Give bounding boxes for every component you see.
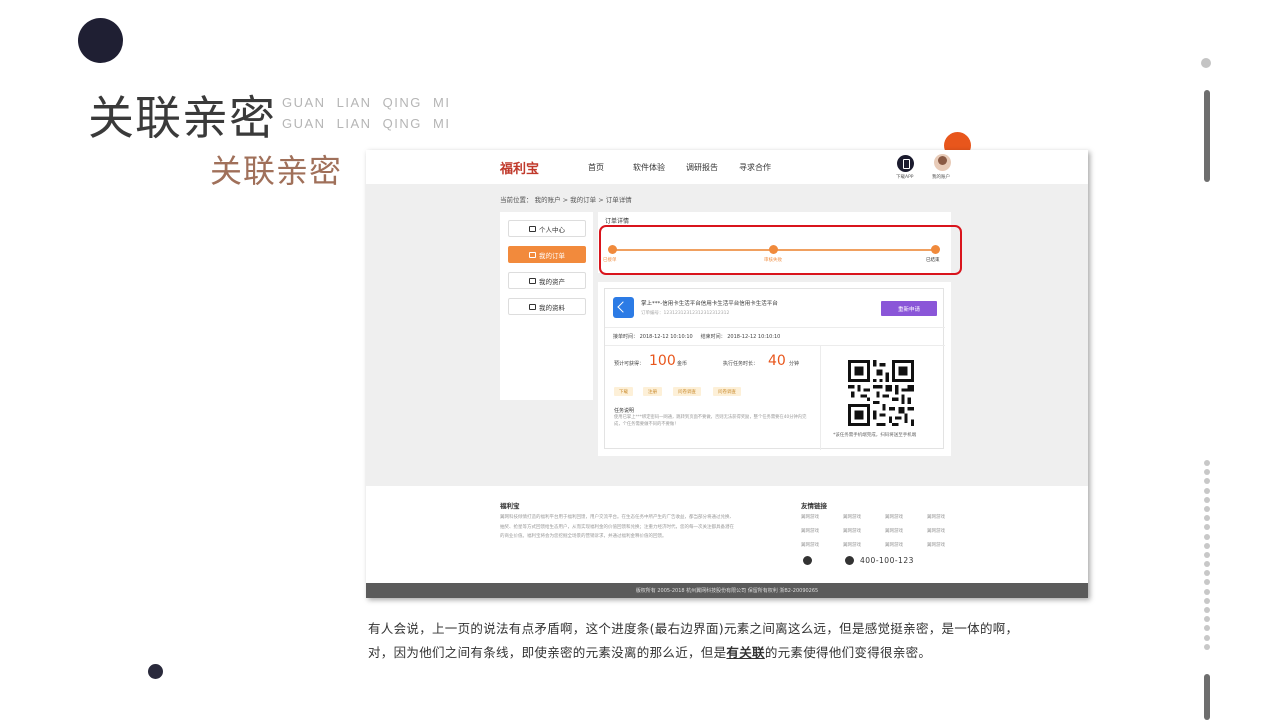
footer-link[interactable]: 翼网游戏: [927, 542, 945, 548]
sidebar-item-label: 个人中心: [539, 225, 565, 234]
ui-screenshot: 福利宝 首页 软件体验 调研报告 寻求合作 下载APP 我的账户 当前位置： 我…: [366, 150, 1088, 598]
caption-line-1: 有人会说，上一页的说法有点矛盾啊，这个进度条(最右边界面)元素之间离这么远，但是…: [368, 621, 1019, 636]
duration-value: 40: [768, 353, 786, 369]
site-header: 福利宝 首页 软件体验 调研报告 寻求合作 下载APP 我的账户: [366, 150, 1088, 184]
caption-emphasis: 有关联: [726, 645, 765, 660]
caption-text: 的元素使得他们变得很亲密。: [764, 645, 932, 660]
order-card: 掌上***-信用卡生活平台信用卡生活平台信用卡生活平台 订单编号：1231231…: [604, 288, 945, 450]
footer-link[interactable]: 翼网游戏: [801, 542, 819, 548]
footer-brand-title: 福利宝: [500, 502, 520, 510]
decorative-rail-bar-bottom: [1204, 674, 1210, 720]
order-title: 掌上***-信用卡生活平台信用卡生活平台信用卡生活平台: [641, 301, 778, 307]
task-tag: 问卷调查: [713, 387, 741, 396]
site-footer: 福利宝 翼网科技倾情打造的福利平台用于福利回馈，用户交流平台。在生态任务中所产生…: [366, 486, 1088, 583]
account-label[interactable]: 我的账户: [932, 174, 950, 180]
app-logo-icon: [613, 297, 634, 318]
sidebar-item-label: 我的资料: [539, 303, 565, 312]
asset-icon: [529, 277, 536, 284]
slide-subtitle: 关联亲密: [210, 152, 343, 190]
qr-note: *该任务需手机端完成，扫码将送至手机端: [833, 433, 917, 438]
sidebar-item-my-profile[interactable]: 我的资料: [508, 298, 586, 315]
earn-label: 预计可获得：: [614, 361, 645, 367]
slide-title-pinyin-2: GUAN LIAN QING MI: [282, 116, 451, 131]
footer-link[interactable]: 翼网游戏: [801, 528, 819, 534]
panel-title: 订单详情: [605, 218, 630, 225]
download-app-label[interactable]: 下载APP: [896, 174, 914, 180]
sidebar: 个人中心 我的订单 我的资产 我的资料: [500, 212, 593, 400]
slide-title-pinyin: GUAN LIAN QING MI: [282, 95, 451, 110]
footer-phone: 400-100-123: [860, 556, 914, 565]
earn-unit: 金币: [677, 361, 688, 367]
task-tag: 下载: [614, 387, 633, 396]
highlight-box: [599, 225, 962, 275]
phone-icon: [845, 556, 854, 565]
decorative-rail-bar: [1204, 90, 1210, 182]
duration-label: 执行任务时长：: [723, 361, 759, 367]
profile-icon: [529, 303, 536, 310]
decorative-dot-top: [78, 18, 123, 63]
sidebar-item-label: 我的订单: [539, 251, 565, 260]
footer-brand-text: 翼网科技倾情打造的福利平台用于福利回馈，用户交流平台。在生态任务中所产生的广告收…: [500, 515, 734, 539]
task-title: 任务说明: [614, 408, 635, 414]
divider-vertical: [820, 345, 821, 450]
avatar[interactable]: [934, 154, 951, 171]
footer-link[interactable]: 翼网游戏: [843, 542, 861, 548]
footer-link[interactable]: 翼网游戏: [927, 514, 945, 520]
sidebar-item-my-orders[interactable]: 我的订单: [508, 246, 586, 263]
duration-unit: 分钟: [789, 361, 800, 367]
caption-text: 对，因为他们之间有条线，即使亲密的元素没离的那么近，但是: [368, 645, 727, 660]
earn-value: 100: [649, 353, 676, 369]
accept-time: 接单时间： 2018-12-12 10:10:10: [613, 334, 693, 340]
order-detail-panel: 掌上***-信用卡生活平台信用卡生活平台信用卡生活平台 订单编号：1231231…: [598, 282, 951, 456]
qr-code: [848, 360, 914, 426]
copyright-bar: 版权所有 2005-2018 杭州翼网科技股份有限公司 保留所有权利 浙B2-2…: [366, 583, 1088, 598]
task-tag: 注册: [643, 387, 662, 396]
decorative-dot-bottom: [148, 664, 163, 679]
nav-home[interactable]: 首页: [588, 162, 604, 173]
footer-link[interactable]: 翼网游戏: [843, 514, 861, 520]
decorative-dotted-rail: [1204, 460, 1212, 653]
breadcrumb: 当前位置： 我的账户 > 我的订单 > 订单详情: [500, 196, 632, 204]
slide-title: 关联亲密: [88, 91, 276, 145]
order-times: 接单时间： 2018-12-12 10:10:10 结束时间： 2018-12-…: [613, 333, 780, 340]
nav-software[interactable]: 软件体验: [633, 162, 665, 173]
phone-icon[interactable]: [897, 155, 914, 172]
weibo-icon[interactable]: [803, 556, 812, 565]
footer-links-title: 友情链接: [801, 502, 827, 510]
sidebar-item-label: 我的资产: [539, 277, 565, 286]
task-description: 使用已掌上***绑定密码一网通，跳转到页面不要做，否则无法获得奖励，整个任务需要…: [614, 415, 807, 427]
site-logo[interactable]: 福利宝: [500, 158, 539, 177]
task-tag: 问卷调查: [673, 387, 701, 396]
order-number: 订单编号：12312312312312312312312: [641, 311, 730, 316]
footer-link[interactable]: 翼网游戏: [843, 528, 861, 534]
end-time: 结束时间： 2018-12-12 10:10:10: [700, 334, 781, 340]
caption-line-2: 对，因为他们之间有条线，即使亲密的元素没离的那么近，但是有关联的元素使得他们变得…: [368, 642, 1048, 661]
footer-link[interactable]: 翼网游戏: [885, 528, 903, 534]
home-icon: [529, 225, 536, 232]
footer-link[interactable]: 翼网游戏: [885, 542, 903, 548]
nav-research[interactable]: 调研报告: [686, 162, 718, 173]
sidebar-item-personal-center[interactable]: 个人中心: [508, 220, 586, 237]
reapply-button[interactable]: 重新申请: [881, 301, 937, 316]
order-icon: [529, 251, 536, 258]
divider: [605, 345, 945, 346]
divider: [605, 327, 945, 328]
nav-cooperation[interactable]: 寻求合作: [739, 162, 771, 173]
slide: 关联亲密 GUAN LIAN QING MI GUAN LIAN QING MI…: [0, 0, 1280, 720]
footer-link[interactable]: 翼网游戏: [885, 514, 903, 520]
decorative-rail-dot: [1201, 58, 1211, 68]
footer-link[interactable]: 翼网游戏: [801, 514, 819, 520]
footer-link[interactable]: 翼网游戏: [927, 528, 945, 534]
sidebar-item-my-assets[interactable]: 我的资产: [508, 272, 586, 289]
